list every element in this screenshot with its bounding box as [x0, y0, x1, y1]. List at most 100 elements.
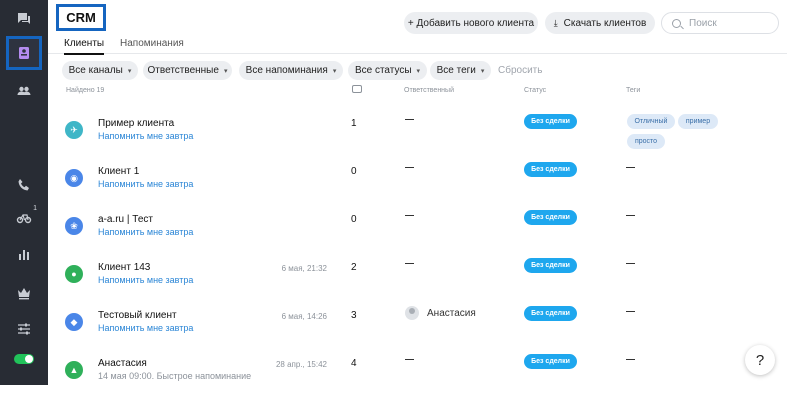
search-icon: [672, 18, 681, 28]
search-input[interactable]: Поиск: [661, 12, 779, 34]
chevron-down-icon: ▾: [223, 67, 228, 75]
avatar: [405, 306, 419, 320]
status-badge[interactable]: Без сделки: [524, 258, 577, 273]
chevron-down-icon: ▾: [480, 67, 485, 75]
empty-responsible: [405, 119, 414, 121]
add-client-button[interactable]: + Добавить нового клиента: [404, 12, 538, 34]
chat-icon[interactable]: [8, 4, 40, 34]
main-area: CRM + Добавить нового клиента ⤓ Скачать …: [48, 0, 787, 385]
messages-column-icon: [352, 85, 362, 93]
tag-chip[interactable]: пример: [678, 114, 718, 129]
empty-tags: [626, 167, 635, 169]
phone-icon[interactable]: [8, 170, 40, 200]
reminder-text: 14 мая 09:00. Быстрое напоминание: [98, 371, 252, 381]
filter-channels[interactable]: Все каналы ▾: [62, 61, 138, 80]
table-row[interactable]: ◉ Клиент 1 Напомнить мне завтра 0 Без сд…: [48, 157, 787, 205]
analytics-icon[interactable]: [8, 240, 40, 270]
client-name[interactable]: Клиент 143: [98, 262, 150, 273]
column-header-responsible: Ответственный: [404, 87, 454, 94]
table-row[interactable]: ❀ a-a.ru | Тест Напомнить мне завтра 0 Б…: [48, 205, 787, 253]
client-name[interactable]: Анастасия: [98, 358, 147, 369]
tab-bar: Клиенты Напоминания: [48, 36, 787, 55]
reminder-link[interactable]: Напомнить мне завтра: [98, 227, 193, 237]
empty-tags: [626, 215, 635, 217]
empty-tags: [626, 311, 635, 313]
pumpkin-avatar-icon: ◆: [65, 313, 83, 331]
crm-icon[interactable]: [6, 36, 42, 70]
page-title: CRM: [56, 4, 106, 31]
filter-responsible[interactable]: Ответственные ▾: [143, 61, 232, 80]
download-icon: ⤓: [553, 17, 558, 28]
reminder-link[interactable]: Напомнить мне завтра: [98, 323, 193, 333]
settings-sliders-icon[interactable]: [8, 314, 40, 344]
status-badge[interactable]: Без сделки: [524, 210, 577, 225]
filter-label: Все каналы: [68, 65, 123, 76]
notification-badge: 1: [33, 205, 37, 212]
reminder-link[interactable]: Напомнить мне завтра: [98, 275, 193, 285]
tab-clients[interactable]: Клиенты: [64, 38, 105, 55]
chevron-down-icon: ▾: [416, 67, 421, 75]
search-placeholder: Поиск: [689, 17, 717, 29]
empty-tags: [626, 263, 635, 265]
last-activity-date: 6 мая, 21:32: [281, 264, 327, 273]
sidebar: 1: [0, 0, 48, 385]
status-badge[interactable]: Без сделки: [524, 306, 577, 321]
filter-label: Все напоминания: [245, 65, 328, 76]
message-count: 4: [351, 358, 357, 369]
empty-responsible: [405, 263, 414, 265]
help-button[interactable]: ?: [745, 345, 775, 375]
status-badge[interactable]: Без сделки: [524, 354, 577, 369]
table-row[interactable]: ● Клиент 143 Напомнить мне завтра 6 мая,…: [48, 253, 787, 301]
table-row[interactable]: ▲ Анастасия 14 мая 09:00. Быстрое напоми…: [48, 349, 787, 397]
tab-reminders[interactable]: Напоминания: [120, 38, 184, 49]
reset-filters-link[interactable]: Сбросить: [498, 65, 542, 76]
table-row[interactable]: ✈ Пример клиента Напомнить мне завтра 1 …: [48, 109, 787, 157]
empty-responsible: [405, 215, 414, 217]
filter-tags[interactable]: Все теги ▾: [430, 61, 491, 80]
column-header-status: Статус: [524, 87, 547, 94]
download-label: Скачать клиентов: [563, 17, 647, 29]
toggle-icon[interactable]: [14, 354, 34, 364]
status-badge[interactable]: Без сделки: [524, 114, 577, 129]
filter-label: Все статусы: [354, 65, 412, 76]
pineapple-avatar-icon: ❀: [65, 217, 83, 235]
pizza-avatar-icon: ◉: [65, 169, 83, 187]
message-count: 0: [351, 214, 357, 225]
client-name[interactable]: Тестовый клиент: [98, 310, 177, 321]
table-row[interactable]: ◆ Тестовый клиент Напомнить мне завтра 6…: [48, 301, 787, 349]
bike-icon[interactable]: 1: [8, 202, 40, 232]
last-activity-date: 28 апр., 15:42: [275, 360, 327, 369]
found-count: Найдено 19: [66, 87, 105, 94]
fire-avatar-icon: ▲: [65, 361, 83, 379]
message-count: 0: [351, 166, 357, 177]
responsible-name: Анастасия: [427, 307, 476, 319]
tag-chip[interactable]: просто: [627, 134, 665, 149]
empty-tags: [626, 359, 635, 361]
empty-responsible: [405, 167, 414, 169]
chevron-down-icon: ▾: [127, 67, 132, 75]
chevron-down-icon: ▾: [332, 67, 337, 75]
status-badge[interactable]: Без сделки: [524, 162, 577, 177]
filter-reminders[interactable]: Все напоминания ▾: [239, 61, 343, 80]
column-header-tags: Теги: [626, 87, 641, 94]
crown-icon[interactable]: [8, 278, 40, 308]
rocket-avatar-icon: ✈: [65, 121, 83, 139]
empty-responsible: [405, 359, 414, 361]
panda-avatar-icon: ●: [65, 265, 83, 283]
client-name[interactable]: Пример клиента: [98, 118, 174, 129]
tag-chip[interactable]: Отличный: [627, 114, 675, 129]
message-count: 3: [351, 310, 357, 321]
filter-statuses[interactable]: Все статусы ▾: [348, 61, 427, 80]
reminder-link[interactable]: Напомнить мне завтра: [98, 179, 193, 189]
client-name[interactable]: a-a.ru | Тест: [98, 214, 153, 225]
users-icon[interactable]: [8, 76, 40, 106]
filter-label: Ответственные: [147, 65, 219, 76]
last-activity-date: 6 мая, 14:26: [281, 312, 327, 321]
client-name[interactable]: Клиент 1: [98, 166, 139, 177]
message-count: 1: [351, 118, 357, 129]
message-count: 2: [351, 262, 357, 273]
download-clients-button[interactable]: ⤓ Скачать клиентов: [545, 12, 655, 34]
responsible-person[interactable]: Анастасия: [405, 306, 476, 320]
reminder-link[interactable]: Напомнить мне завтра: [98, 131, 193, 141]
filter-label: Все теги: [436, 65, 476, 76]
